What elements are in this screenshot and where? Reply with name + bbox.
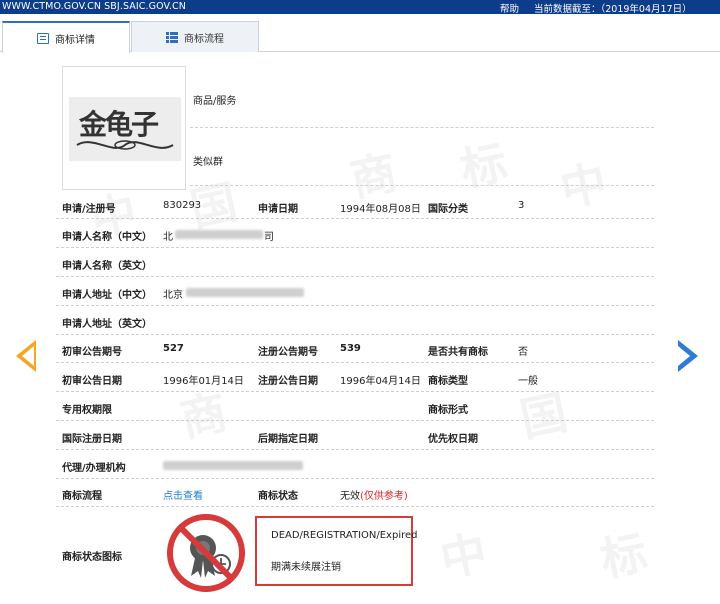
watermark-char: 中	[555, 154, 612, 218]
redacted-address	[186, 288, 304, 297]
divider	[56, 506, 654, 507]
divider	[56, 362, 654, 363]
status-chinese: 期满未续展注销	[271, 562, 341, 573]
applicant-en-label: 申请人名称（英文）	[62, 261, 152, 272]
divider	[190, 185, 654, 186]
list-icon	[166, 31, 178, 43]
divider	[56, 391, 654, 392]
watermark-char: 商	[175, 384, 232, 448]
tab-label: 商标详情	[55, 34, 95, 46]
tab-trademark-flow[interactable]: 商标流程	[131, 21, 259, 52]
watermark-char: 中	[435, 524, 492, 588]
redacted-applicant-name	[175, 230, 263, 239]
prelim-pub-date-label: 初审公告日期	[62, 376, 122, 387]
divider	[56, 218, 654, 219]
status-english: DEAD/REGISTRATION/Expired	[271, 530, 418, 541]
tm-type-label: 商标类型	[428, 376, 468, 387]
reg-pub-date-label: 注册公告日期	[258, 376, 318, 387]
app-date-value: 1994年08月08日	[340, 204, 421, 215]
reg-pub-no-label: 注册公告期号	[258, 347, 318, 358]
address-cn-prefix: 北京	[163, 290, 183, 301]
top-bar: WWW.CTMO.GOV.CN SBJ.SAIC.GOV.CN 帮助 当前数据截…	[0, 0, 720, 15]
expired-status-icon	[167, 514, 245, 592]
tm-status-label: 商标状态	[258, 491, 298, 502]
status-description-box: DEAD/REGISTRATION/Expired 期满未续展注销	[255, 516, 418, 586]
status-icon-label: 商标状态图标	[62, 552, 122, 563]
tm-flow-label: 商标流程	[62, 491, 102, 502]
tm-form-label: 商标形式	[428, 405, 468, 416]
watermark-char: 标	[595, 524, 652, 588]
trademark-image: 金龟子	[62, 66, 186, 190]
app-date-label: 申请日期	[258, 204, 298, 215]
applicant-cn-label: 申请人名称（中文）	[62, 232, 152, 243]
tm-status-value: 无效(仅供参考)	[340, 487, 408, 502]
help-link[interactable]: 帮助	[500, 1, 519, 15]
prelim-pub-no-label: 初审公告期号	[62, 347, 122, 358]
reg-pub-no-value: 539	[340, 343, 361, 354]
goods-services-label: 商品/服务	[193, 96, 237, 107]
redacted-agent	[163, 461, 303, 470]
divider	[190, 127, 654, 128]
site-domains: WWW.CTMO.GOV.CN SBJ.SAIC.GOV.CN	[2, 1, 186, 12]
later-designation-date-label: 后期指定日期	[258, 434, 318, 445]
status-text: 无效	[340, 491, 360, 502]
divider	[56, 276, 654, 277]
prelim-pub-no-value: 527	[163, 343, 184, 354]
shared-label: 是否共有商标	[428, 347, 488, 358]
trademark-logo-background: 金龟子	[69, 97, 181, 161]
tab-bar: 商标详情 商标流程	[0, 21, 720, 53]
divider	[56, 305, 654, 306]
intl-class-value: 3	[518, 200, 525, 211]
watermark-char: 商	[345, 144, 402, 208]
address-cn-label: 申请人地址（中文）	[62, 290, 152, 301]
exclusive-period-label: 专用权期限	[62, 405, 112, 416]
prelim-pub-date-value: 1996年01月14日	[163, 376, 244, 387]
divider	[56, 478, 654, 479]
tab-label: 商标流程	[184, 33, 224, 45]
address-en-label: 申请人地址（英文）	[62, 319, 152, 330]
next-arrow-inner	[678, 346, 690, 366]
status-note: (仅供参考)	[360, 491, 408, 502]
applicant-cn-prefix: 北	[163, 232, 173, 243]
reg-no-value: 830293	[163, 200, 202, 211]
applicant-cn-suffix: 司	[264, 232, 274, 243]
view-flow-link[interactable]: 点击查看	[163, 487, 203, 502]
divider	[56, 420, 654, 421]
divider	[56, 334, 654, 335]
agent-label: 代理/办理机构	[62, 463, 126, 474]
data-date-note: 当前数据截至：（2019年04月17日）	[534, 4, 692, 15]
intl-reg-date-label: 国际注册日期	[62, 434, 122, 445]
intl-class-label: 国际分类	[428, 204, 468, 215]
tab-trademark-details[interactable]: 商标详情	[2, 21, 130, 53]
divider	[56, 247, 654, 248]
reg-no-label: 申请/注册号	[62, 204, 116, 215]
shared-value: 否	[518, 347, 528, 358]
document-icon	[37, 32, 49, 44]
divider	[56, 449, 654, 450]
priority-date-label: 优先权日期	[428, 434, 478, 445]
tm-type-value: 一般	[518, 376, 538, 387]
prev-arrow-inner	[22, 346, 34, 366]
flourish-icon	[76, 140, 174, 150]
watermark-char: 国	[515, 384, 572, 448]
reg-pub-date-value: 1996年04月14日	[340, 376, 421, 387]
watermark-char: 标	[455, 134, 512, 198]
similar-group-label: 类似群	[193, 157, 223, 168]
